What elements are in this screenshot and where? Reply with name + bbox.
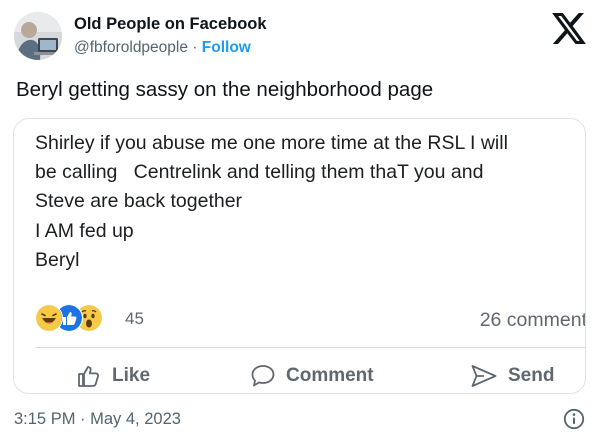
post-line: Beryl (35, 248, 80, 271)
separator-dot: · (192, 39, 198, 56)
follow-button[interactable]: Follow (202, 39, 251, 56)
comment-bubble-icon (251, 365, 275, 387)
like-label: Like (112, 365, 151, 386)
embedded-post-card[interactable]: Shirley if you abuse me one more time at… (13, 118, 586, 394)
card-divider (35, 347, 585, 348)
post-body: Shirley if you abuse me one more time at… (35, 129, 508, 275)
author-handle[interactable]: @fbforoldpeople (74, 39, 188, 56)
handle-row: @fbforoldpeople · Follow (74, 37, 267, 59)
thumbs-up-icon (78, 366, 99, 387)
comment-button[interactable]: Comment (250, 362, 374, 390)
post-line: Steve are back together (35, 190, 243, 213)
x-logo-icon[interactable] (552, 13, 586, 44)
send-button[interactable]: Send (470, 362, 554, 390)
tweet-text: Beryl getting sassy on the neighborhood … (16, 78, 434, 101)
like-button[interactable]: Like (76, 362, 150, 390)
tweet-author: Old People on Facebook @fbforoldpeople ·… (74, 14, 267, 59)
author-name[interactable]: Old People on Facebook (74, 14, 267, 34)
tweet-timestamp[interactable]: 3:15 PM · May 4, 2023 (14, 410, 181, 429)
post-line: be calling Centrelink and telling them t… (35, 161, 484, 184)
post-line: Shirley if you abuse me one more time at… (35, 132, 508, 154)
reaction-count: 45 (125, 309, 144, 328)
laugh-reaction-icon (35, 304, 63, 332)
post-line: I AM fed up (35, 219, 134, 242)
send-label: Send (508, 365, 555, 386)
comment-label: Comment (286, 365, 374, 386)
comments-count[interactable]: 26 comment (480, 309, 585, 332)
info-icon[interactable] (563, 408, 585, 430)
send-arrow-icon (471, 365, 497, 387)
avatar[interactable] (14, 12, 62, 60)
